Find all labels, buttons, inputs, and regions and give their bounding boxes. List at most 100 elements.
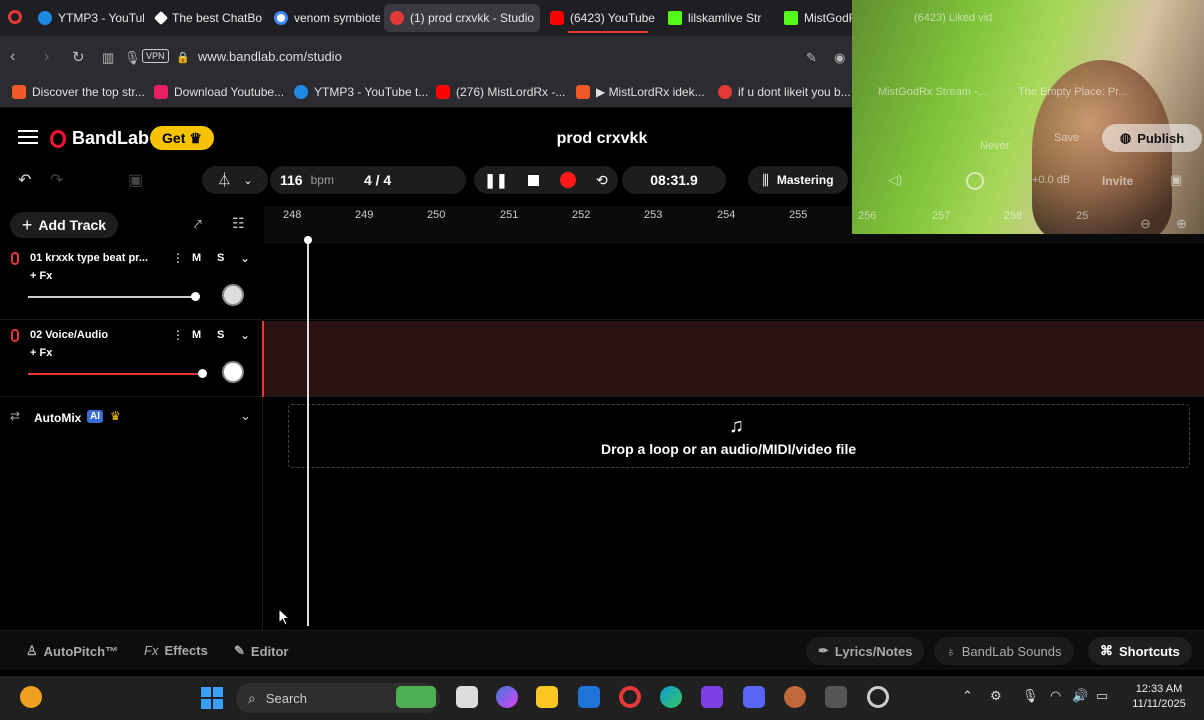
mixer-icon[interactable]: ☷ xyxy=(232,215,245,232)
editor-button[interactable]: ✎ Editor xyxy=(234,643,288,659)
tempo-pill[interactable]: 116 bpm 4 / 4 xyxy=(270,166,466,194)
tool-icon[interactable]: ▣ xyxy=(128,170,143,190)
gift-icon[interactable]: ▣ xyxy=(1170,172,1182,188)
widget-image-icon[interactable] xyxy=(396,686,436,708)
opera-taskbar-icon[interactable] xyxy=(619,686,641,708)
undo-icon[interactable]: ↶ xyxy=(18,170,31,190)
publish-button[interactable]: ◍ Publish xyxy=(1102,124,1202,152)
tray-app-icon[interactable]: ⚙ xyxy=(990,688,1002,704)
solo-button[interactable]: S xyxy=(217,329,224,341)
track-name[interactable]: 02 Voice/Audio xyxy=(30,329,108,341)
weather-icon[interactable] xyxy=(20,686,42,708)
lyrics-button[interactable]: ✒ Lyrics/Notes xyxy=(806,637,925,665)
automix-row[interactable]: ⇄ AutoMix AI ♛ ⌄ xyxy=(0,398,262,438)
more-icon[interactable]: ⋮ xyxy=(172,328,184,342)
add-track-button[interactable]: + Add Track xyxy=(10,212,118,238)
task-view-icon[interactable] xyxy=(456,686,478,708)
wifi-icon[interactable]: ◠ xyxy=(1050,688,1061,704)
outlook-icon[interactable] xyxy=(578,686,600,708)
solo-button[interactable]: S xyxy=(217,252,224,264)
system-clock[interactable]: 12:33 AM 11/11/2025 xyxy=(1124,682,1194,712)
loop-icon[interactable]: ⟲ xyxy=(596,172,608,189)
chevron-down-icon[interactable]: ⌄ xyxy=(240,251,250,265)
volume-slider[interactable] xyxy=(28,296,198,298)
pause-icon[interactable]: ❚❚ xyxy=(484,172,507,189)
wand-icon[interactable]: ⤤ xyxy=(194,216,202,233)
bookmark-item[interactable]: ▶ MistLordRx idek... xyxy=(576,85,705,99)
volume-slider[interactable] xyxy=(28,373,202,375)
pan-knob[interactable] xyxy=(222,284,244,306)
avatar-app-icon[interactable] xyxy=(784,686,806,708)
track-header[interactable]: 02 Voice/Audio ⋮ M S ⌄ + Fx xyxy=(0,321,262,397)
more-icon[interactable]: ⋮ xyxy=(172,251,184,265)
bpm-value[interactable]: 116 xyxy=(280,172,303,188)
shortcuts-button[interactable]: ⌘ Shortcuts xyxy=(1088,637,1192,665)
bookmark-item[interactable]: Download Youtube... xyxy=(154,85,284,99)
record-icon[interactable] xyxy=(559,172,576,188)
start-icon[interactable] xyxy=(201,687,223,709)
effects-button[interactable]: Fx Effects xyxy=(144,643,208,658)
tab-chatbot[interactable]: The best ChatBot xyxy=(150,4,262,32)
copilot-icon[interactable] xyxy=(496,686,518,708)
bookmark-item[interactable]: (276) MistLordRx -... xyxy=(436,85,565,99)
edge-icon[interactable] xyxy=(660,686,682,708)
file-explorer-icon[interactable] xyxy=(536,686,558,708)
mute-button[interactable]: M xyxy=(192,252,201,264)
project-title[interactable]: prod crxvkk xyxy=(520,130,684,148)
zoom-in-icon[interactable]: ⊕ xyxy=(1176,216,1187,232)
camera-icon[interactable]: ◉ xyxy=(834,50,845,66)
stop-icon[interactable] xyxy=(528,174,540,186)
playhead-handle[interactable] xyxy=(304,236,312,244)
track-header[interactable]: 01 krxxk type beat pr... ⋮ M S ⌄ + Fx xyxy=(0,244,262,320)
forward-icon[interactable]: › xyxy=(44,48,49,66)
volume-knob[interactable] xyxy=(198,369,207,378)
bookmark-item[interactable]: if u dont likeit you b... xyxy=(718,85,851,99)
chevron-down-icon[interactable]: ⌄ xyxy=(240,408,251,424)
mastering-button[interactable]: ⫼ Mastering xyxy=(748,166,848,194)
track-name[interactable]: 01 krxxk type beat pr... xyxy=(30,252,148,264)
add-fx-button[interactable]: + Fx xyxy=(30,270,52,282)
chevron-up-icon[interactable]: ⌃ xyxy=(962,688,973,704)
chevron-down-icon[interactable]: ⌄ xyxy=(240,328,250,342)
add-fx-button[interactable]: + Fx xyxy=(30,347,52,359)
bookmark-item[interactable]: YTMP3 - YouTube t... xyxy=(294,85,428,99)
volume-knob[interactable] xyxy=(191,292,200,301)
edit-icon[interactable]: ✎ xyxy=(806,50,817,66)
tab-bandlab-studio[interactable]: (1) prod crxvkk - Studio xyxy=(384,4,540,32)
reader-icon[interactable]: ▥ xyxy=(102,50,114,66)
pan-knob[interactable] xyxy=(222,361,244,383)
bandlab-logo[interactable]: BandLab xyxy=(50,128,149,149)
tab-youtube[interactable]: (6423) YouTube xyxy=(544,4,656,32)
camera-app-icon[interactable] xyxy=(825,686,847,708)
redo-icon[interactable]: ↷ xyxy=(50,170,63,190)
tab-ytmp3[interactable]: YTMP3 - YouTube xyxy=(32,4,144,32)
track-lane[interactable] xyxy=(264,321,1204,397)
menu-icon[interactable] xyxy=(18,130,38,144)
master-volume-knob[interactable] xyxy=(966,172,984,190)
bandlab-sounds-button[interactable]: ♁ BandLab Sounds xyxy=(934,637,1074,665)
zoom-out-icon[interactable]: ⊖ xyxy=(1140,216,1151,232)
tab-kick-lilskam[interactable]: lilskamlive Str xyxy=(662,4,774,32)
mute-button[interactable]: M xyxy=(192,329,201,341)
playhead[interactable] xyxy=(307,240,309,626)
autopitch-button[interactable]: ♙ AutoPitch™ xyxy=(26,643,118,659)
mic-icon[interactable]: 🎙 xyxy=(124,50,141,66)
volume-icon[interactable]: 🔊 xyxy=(1072,688,1088,704)
tab-venom[interactable]: venom symbiote xyxy=(268,4,380,32)
get-membership-button[interactable]: Get ♛ xyxy=(150,126,214,150)
time-signature[interactable]: 4 / 4 xyxy=(364,172,391,188)
tab-kick-mistgod[interactable]: MistGodRx St xyxy=(778,4,854,32)
vpn-badge[interactable]: VPN xyxy=(142,49,169,63)
track-lane[interactable] xyxy=(264,244,1204,320)
clipchamp-icon[interactable] xyxy=(701,686,723,708)
url-field[interactable]: www.bandlab.com/studio xyxy=(198,49,342,64)
back-icon[interactable]: ‹ xyxy=(10,48,15,66)
bookmark-item[interactable]: Discover the top str... xyxy=(12,85,145,99)
drop-zone[interactable]: ♫ Drop a loop or an audio/MIDI/video fil… xyxy=(288,404,1190,468)
reload-icon[interactable]: ↻ xyxy=(72,48,85,66)
opera-icon[interactable] xyxy=(8,10,22,24)
metronome-pill[interactable]: ⏃ ⌄ xyxy=(202,166,268,194)
invite-label[interactable]: Invite xyxy=(1102,174,1133,188)
obs-icon[interactable] xyxy=(867,686,889,708)
microphone-tray-icon[interactable]: 🎙 xyxy=(1022,688,1039,704)
